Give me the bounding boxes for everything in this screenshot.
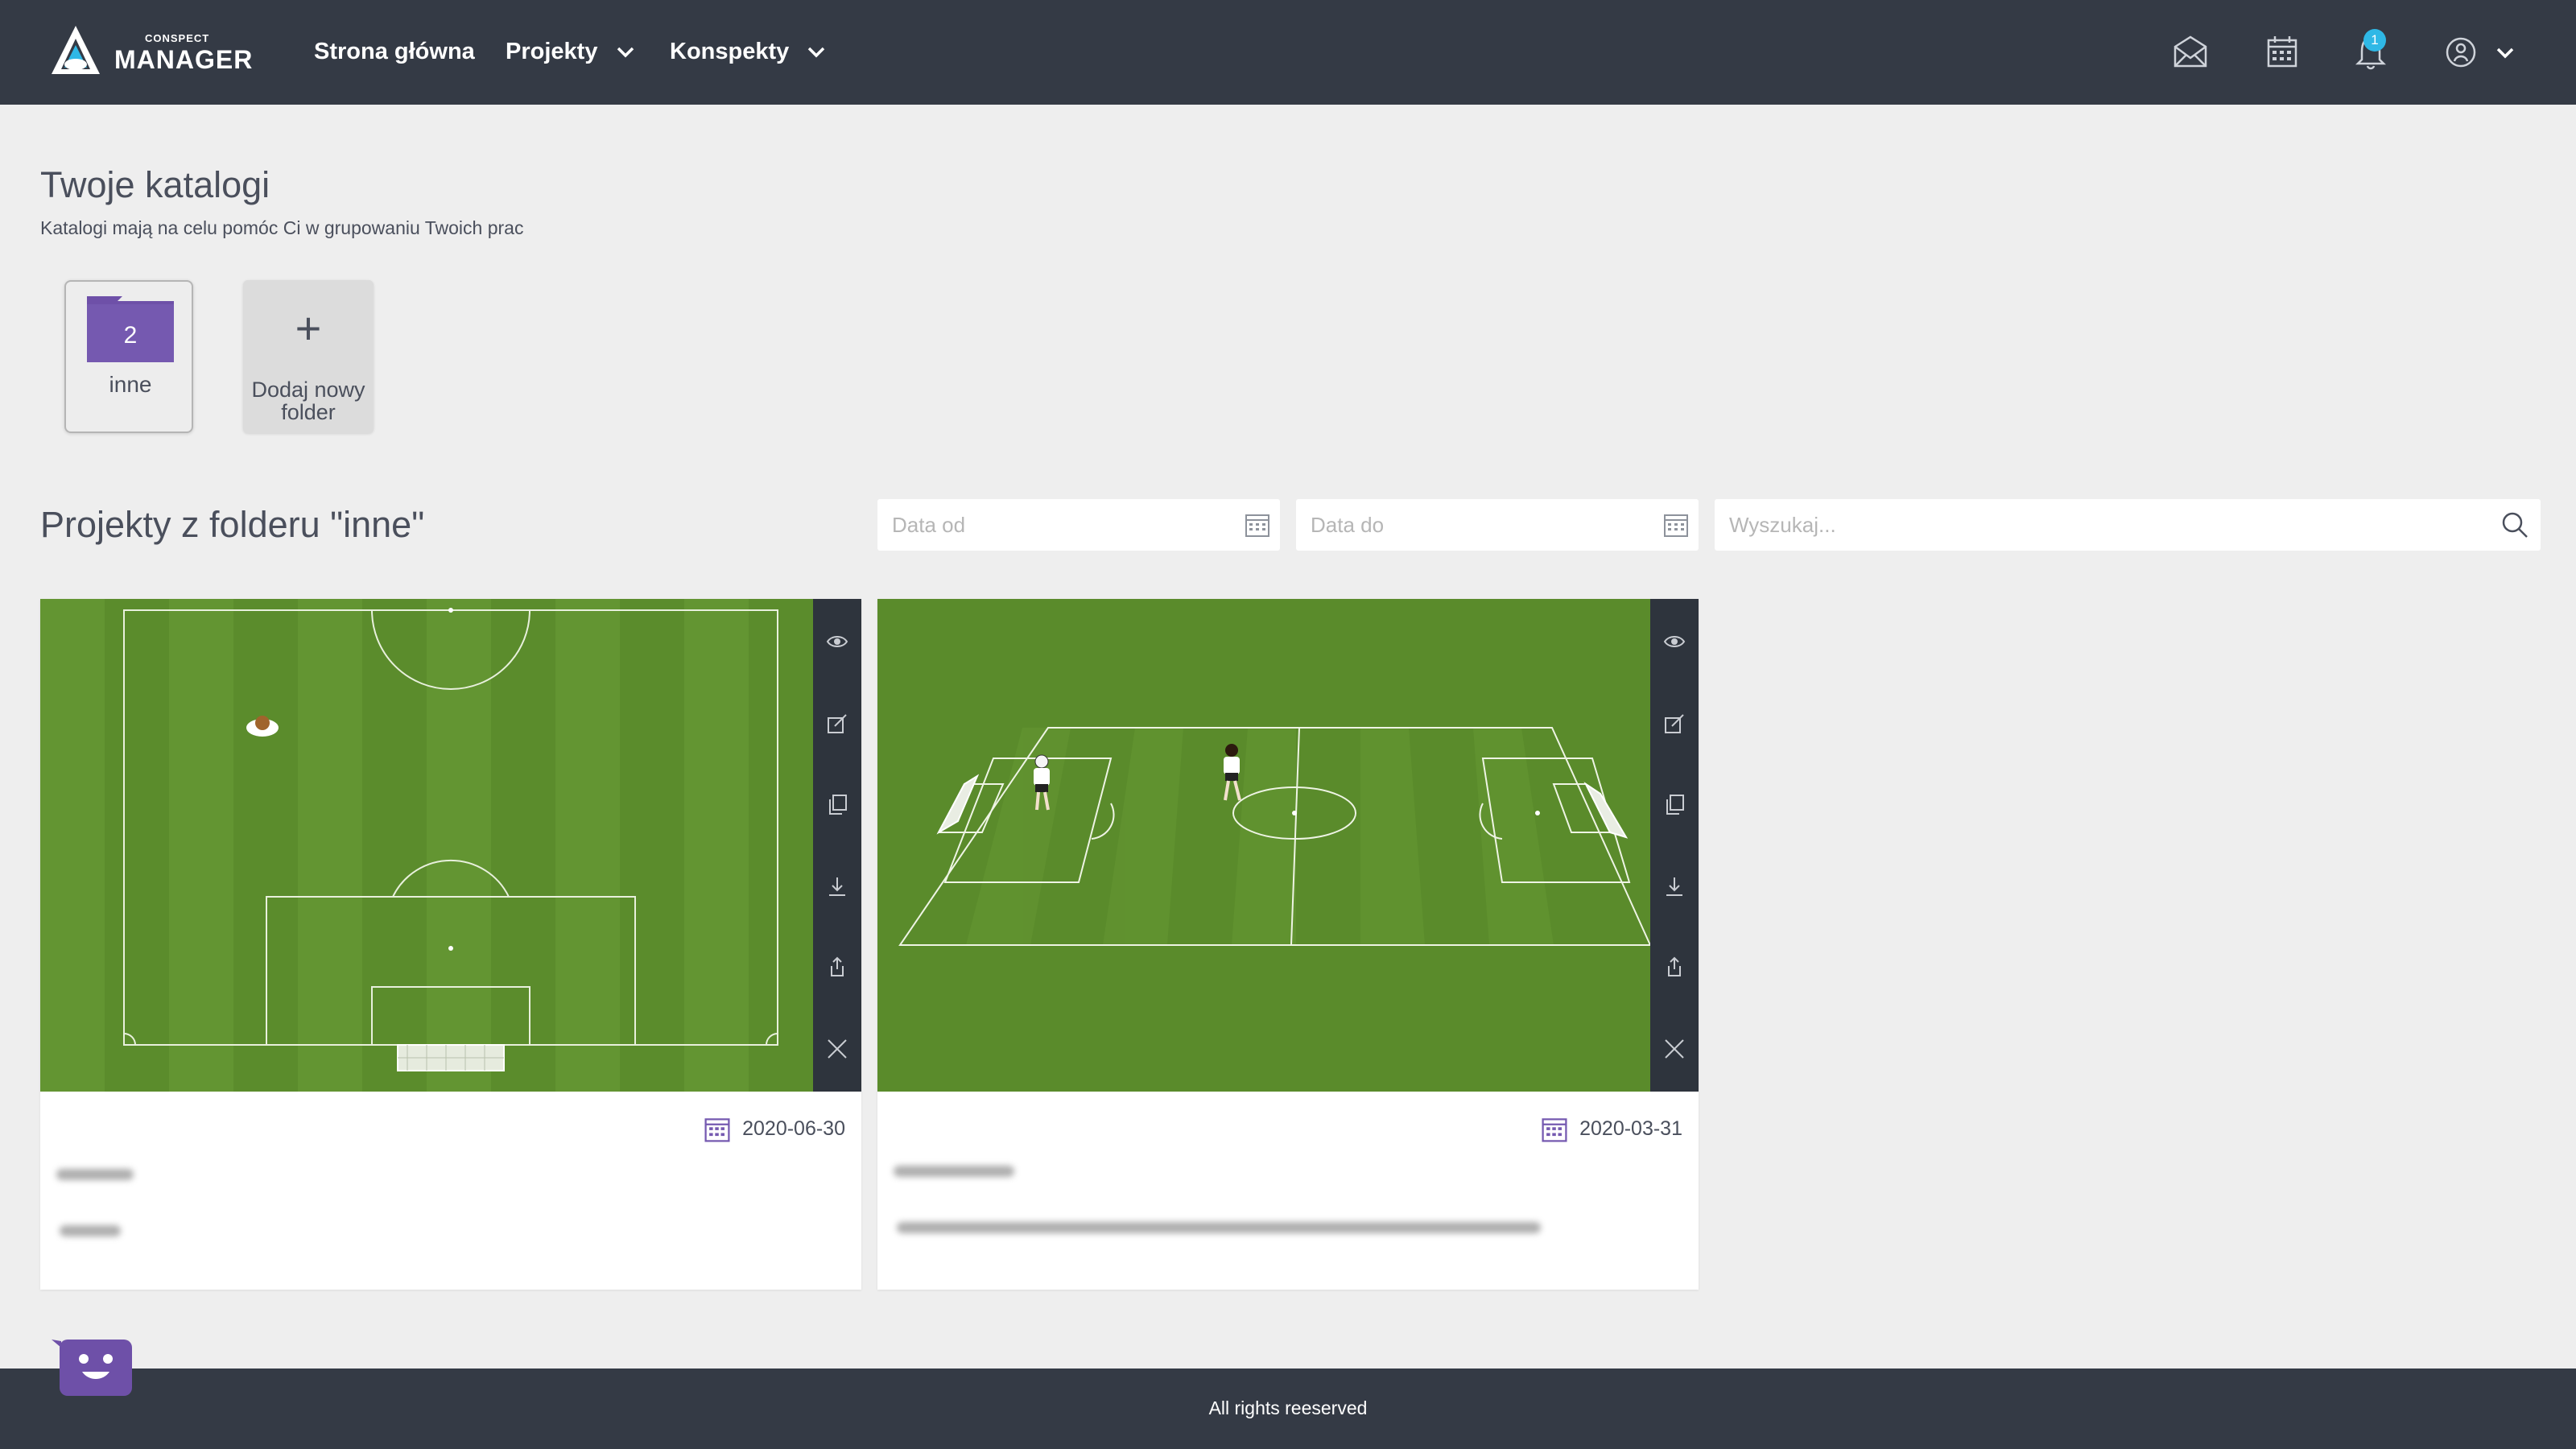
folder-card-inne[interactable]: 2 inne — [64, 280, 193, 433]
project-date-text: 2020-03-31 — [1579, 1117, 1682, 1140]
projects-title: Projekty z folderu "inne" — [40, 504, 425, 545]
project-date-text: 2020-06-30 — [742, 1117, 845, 1140]
delete-close-icon[interactable] — [1662, 1037, 1686, 1061]
nav-conspects-dropdown[interactable]: Konspekty — [670, 35, 826, 68]
nav-conspects-label: Konspekty — [670, 39, 790, 64]
share-icon[interactable] — [825, 955, 849, 979]
catalogs-title: Twoje katalogi — [40, 164, 270, 205]
card-actions-bar — [1650, 599, 1699, 1092]
catalogs-subtitle: Katalogi mają na celu pomóc Ci w grupowa… — [40, 217, 524, 238]
pitch-diagram — [877, 599, 1650, 1092]
folder-item-count: 2 — [123, 322, 138, 349]
share-icon[interactable] — [1662, 955, 1686, 979]
chevron-down-icon — [808, 47, 825, 58]
add-folder-label: Dodaj nowy folder — [251, 378, 365, 424]
calendar-icon — [704, 1118, 730, 1142]
edit-icon[interactable] — [825, 712, 849, 736]
search-field — [1715, 499, 2541, 551]
footer: All rights reeserved — [0, 1368, 2576, 1449]
search-icon[interactable] — [2499, 509, 2531, 541]
top-navbar: CONSPECT MANAGER Strona główna Projekty … — [0, 0, 2576, 105]
project-thumbnail[interactable] — [877, 599, 1650, 1092]
project-date: 2020-06-30 — [703, 1113, 845, 1145]
copy-icon[interactable] — [1662, 792, 1686, 816]
date-to-input[interactable] — [1296, 499, 1699, 551]
calendar-icon[interactable] — [1241, 509, 1274, 541]
logo-big-text: MANAGER — [114, 45, 254, 74]
chevron-down-icon — [617, 47, 634, 58]
plus-icon: + — [295, 303, 322, 353]
calendar-icon — [1542, 1118, 1567, 1142]
delete-close-icon[interactable] — [825, 1037, 849, 1061]
calendar-icon[interactable] — [2264, 34, 2301, 71]
nav-projects-dropdown[interactable]: Projekty — [506, 35, 635, 68]
chevron-down-icon[interactable] — [2496, 47, 2515, 60]
download-icon[interactable] — [1662, 874, 1686, 898]
project-title-redacted — [894, 1166, 1014, 1177]
logo-small-text: CONSPECT — [145, 32, 210, 44]
add-folder-button[interactable]: + Dodaj nowy folder — [243, 280, 374, 433]
view-eye-icon[interactable] — [1662, 630, 1686, 654]
nav-home-link[interactable]: Strona główna — [314, 35, 475, 68]
date-from-input[interactable] — [877, 499, 1280, 551]
project-date: 2020-03-31 — [1540, 1113, 1682, 1145]
card-actions-bar — [813, 599, 861, 1092]
project-description-redacted — [60, 1225, 121, 1236]
logo-triangle-icon — [52, 26, 100, 74]
user-account-icon[interactable] — [2442, 34, 2479, 71]
chat-widget-icon[interactable] — [48, 1330, 137, 1397]
project-card[interactable]: 2020-03-31 — [877, 599, 1699, 1290]
copy-icon[interactable] — [825, 792, 849, 816]
app-logo[interactable]: CONSPECT MANAGER — [50, 24, 254, 80]
notification-badge: 1 — [2363, 29, 2386, 52]
footer-copyright: All rights reeserved — [1208, 1397, 1368, 1418]
folder-name: inne — [109, 372, 152, 397]
search-input[interactable] — [1715, 499, 2541, 551]
mail-icon[interactable] — [2172, 34, 2209, 71]
calendar-icon[interactable] — [1660, 509, 1692, 541]
date-from-field — [877, 499, 1280, 551]
nav-projects-label: Projekty — [506, 39, 598, 64]
project-description-redacted — [897, 1222, 1541, 1233]
project-thumbnail[interactable] — [40, 599, 813, 1092]
date-to-field — [1296, 499, 1699, 551]
pitch-diagram — [40, 599, 813, 1092]
edit-icon[interactable] — [1662, 712, 1686, 736]
view-eye-icon[interactable] — [825, 630, 849, 654]
project-card[interactable]: 2020-06-30 — [40, 599, 861, 1290]
project-title-redacted — [56, 1169, 134, 1180]
download-icon[interactable] — [825, 874, 849, 898]
nav-home-label: Strona główna — [314, 39, 475, 64]
